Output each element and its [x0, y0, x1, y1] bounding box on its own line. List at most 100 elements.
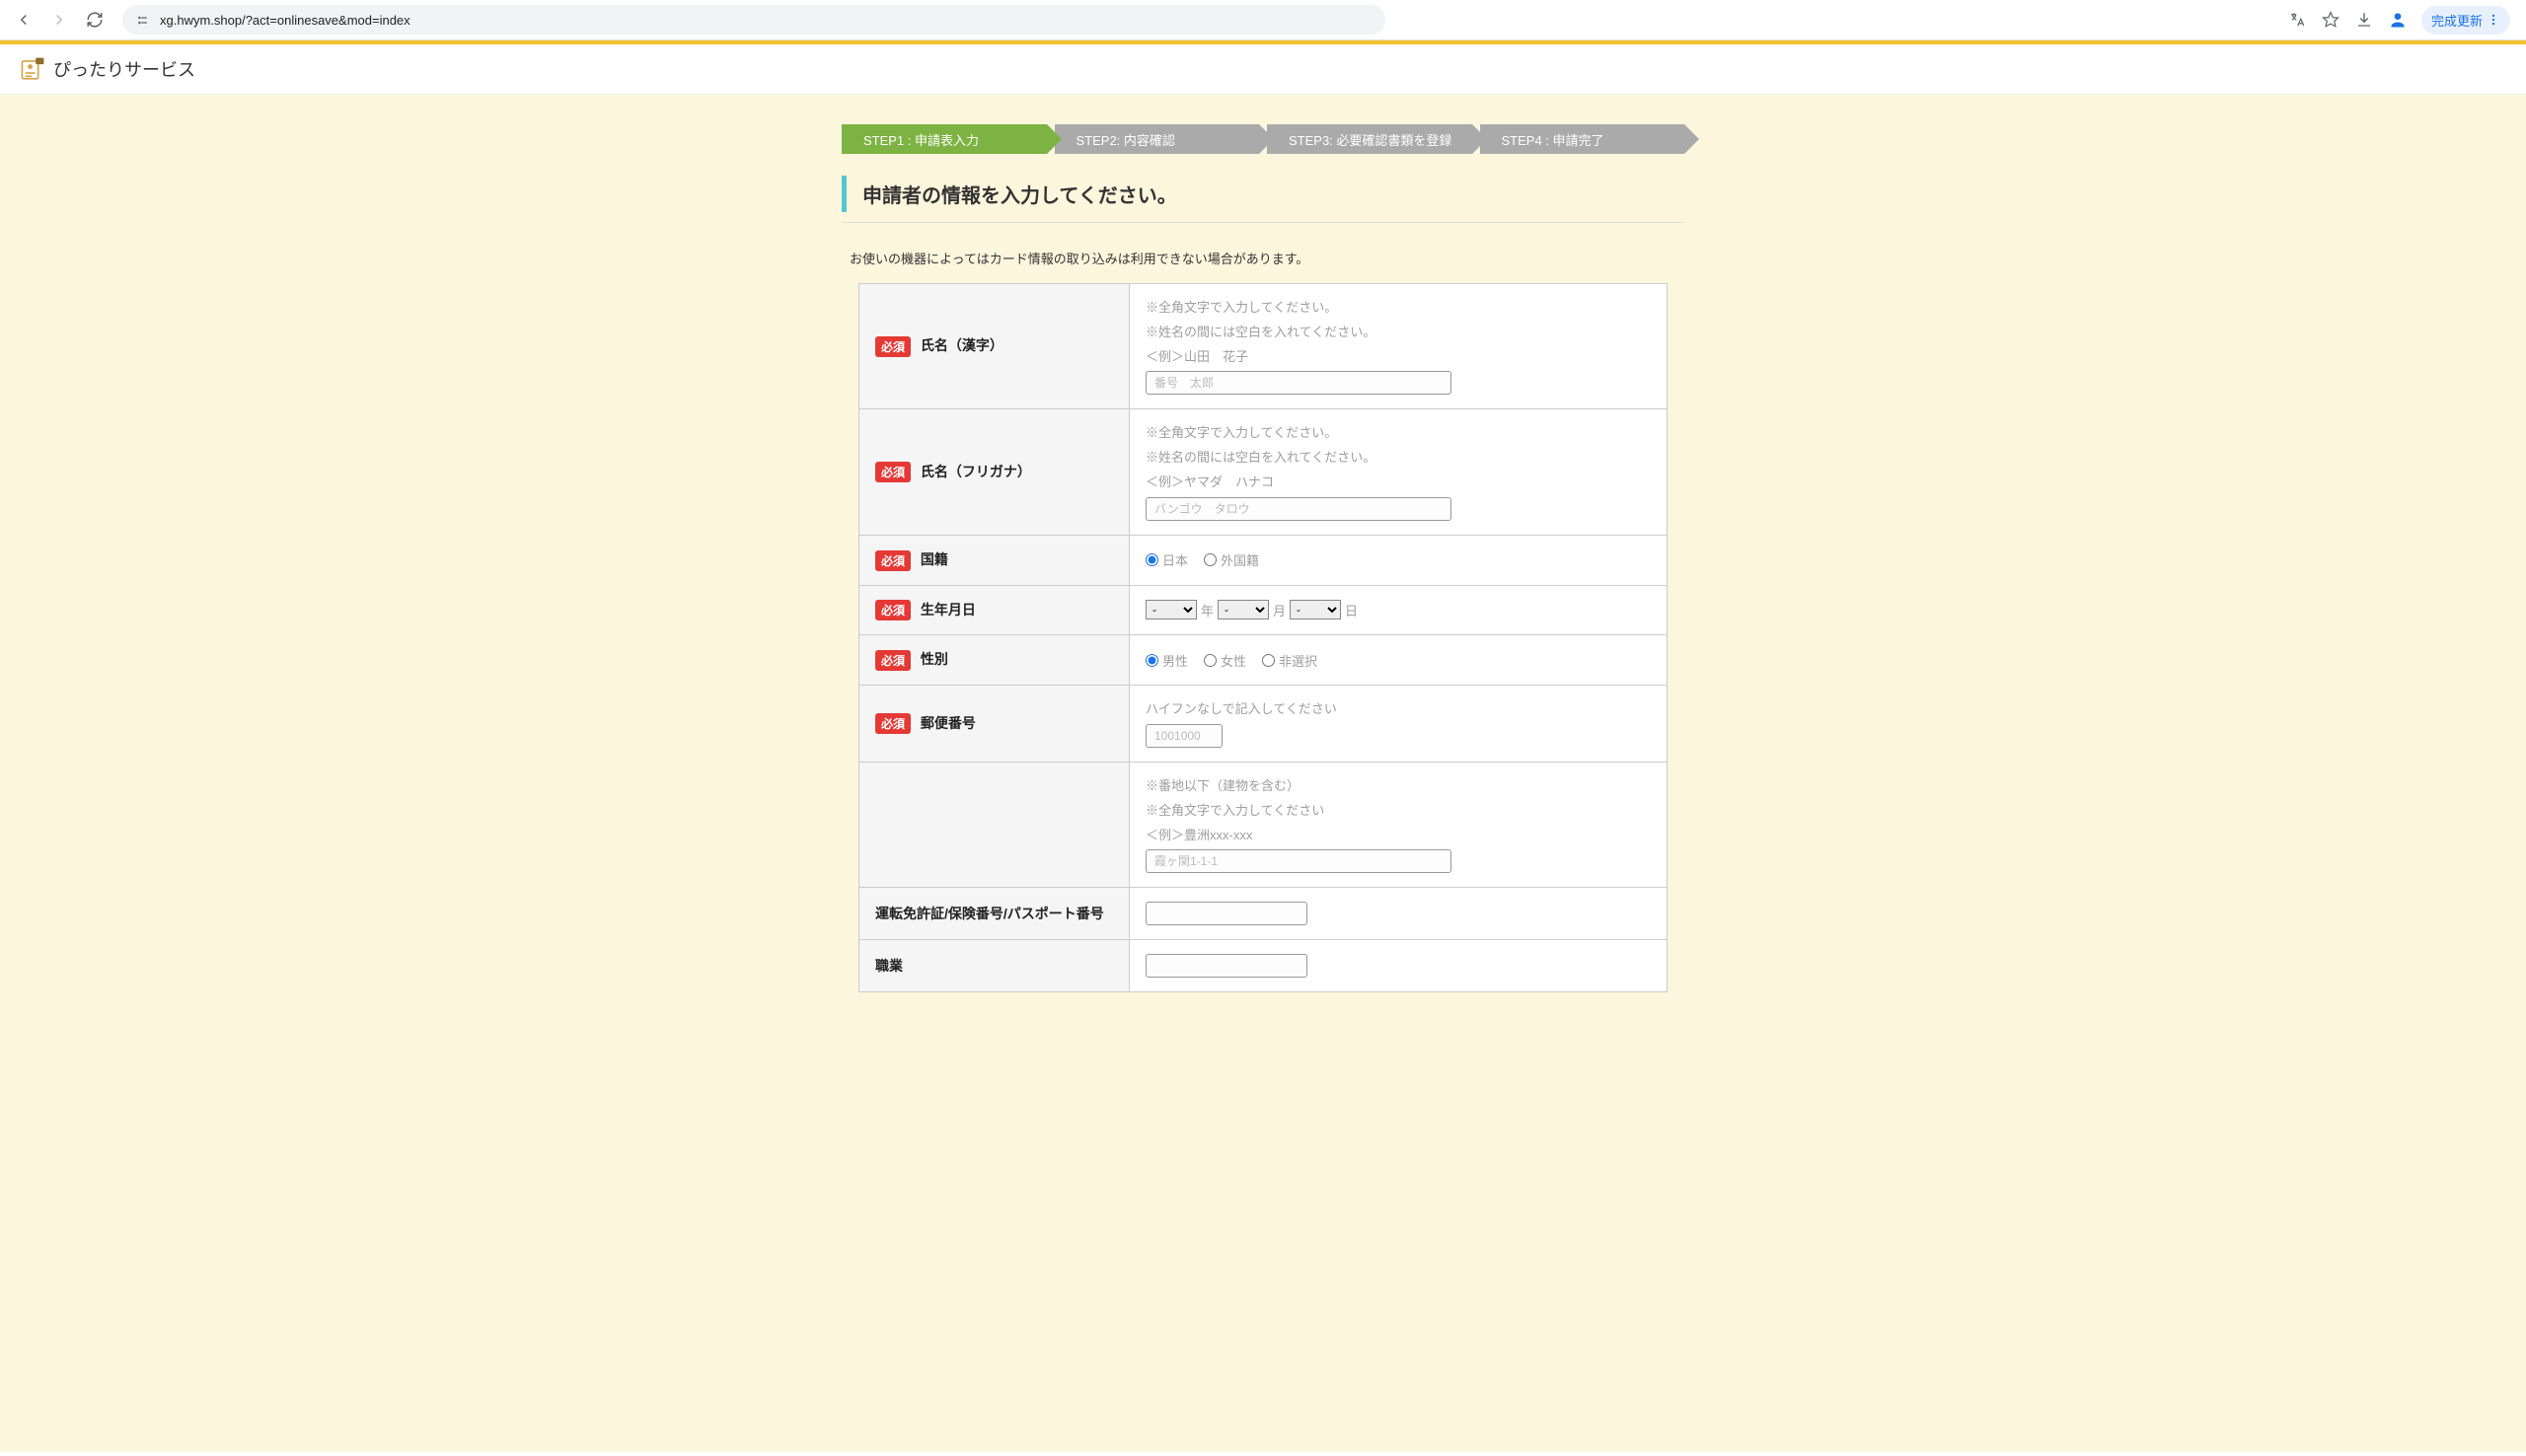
- applicant-form: 必須 氏名（漢字） ※全角文字で入力してください。 ※姓名の間には空白を入れてく…: [858, 283, 1668, 992]
- site-settings-icon[interactable]: [134, 12, 150, 28]
- hint-name-kanji-3: ＜例＞山田 花子: [1146, 347, 1651, 368]
- translate-icon[interactable]: [2287, 10, 2307, 30]
- install-update-button[interactable]: 完成更新: [2421, 6, 2510, 35]
- label-gender: 必須 性別: [859, 635, 1130, 686]
- cell-gender: 男性 女性 非選択: [1130, 635, 1668, 686]
- step-3-label: STEP3: 必要確認書類を登録: [1289, 130, 1451, 149]
- row-name-kana: 必須 氏名（フリガナ） ※全角文字で入力してください。 ※姓名の間には空白を入れ…: [859, 409, 1668, 535]
- input-license[interactable]: [1146, 902, 1307, 925]
- label-name-kanji-text: 氏名（漢字）: [921, 337, 1003, 353]
- input-occupation[interactable]: [1146, 954, 1307, 978]
- label-gender-text: 性別: [921, 651, 948, 667]
- step-4: STEP4 : 申請完了: [1480, 124, 1685, 154]
- radio-gender-male[interactable]: 男性: [1146, 651, 1188, 670]
- label-nationality: 必須 国籍: [859, 535, 1130, 585]
- label-occupation-text: 職業: [875, 958, 903, 974]
- step-4-label: STEP4 : 申請完了: [1502, 130, 1604, 149]
- reload-button[interactable]: [81, 6, 109, 34]
- radio-gender-female-label: 女性: [1221, 651, 1246, 670]
- required-badge: 必須: [875, 550, 911, 571]
- address-bar[interactable]: xg.hwym.shop/?act=onlinesave&mod=index: [122, 5, 1385, 35]
- required-badge: 必須: [875, 650, 911, 671]
- cell-name-kana: ※全角文字で入力してください。 ※姓名の間には空白を入れてください。 ＜例＞ヤマ…: [1130, 409, 1668, 535]
- label-postal: 必須 郵便番号: [859, 686, 1130, 763]
- heading-divider: [842, 222, 1684, 223]
- row-nationality: 必須 国籍 日本 外国籍: [859, 535, 1668, 585]
- radio-gender-female[interactable]: 女性: [1204, 651, 1246, 670]
- row-name-kanji: 必須 氏名（漢字） ※全角文字で入力してください。 ※姓名の間には空白を入れてく…: [859, 284, 1668, 409]
- cell-birthdate: - 年 - 月 - 日: [1130, 585, 1668, 635]
- radio-gender-female-input[interactable]: [1204, 654, 1217, 667]
- radio-gender-none-input[interactable]: [1262, 654, 1275, 667]
- bookmark-star-icon[interactable]: [2321, 10, 2340, 30]
- required-badge: 必須: [875, 336, 911, 357]
- label-license: 運転免許証/保険番号/パスポート番号: [859, 888, 1130, 940]
- input-postal[interactable]: [1146, 724, 1223, 748]
- hint-name-kanji-2: ※姓名の間には空白を入れてください。: [1146, 323, 1651, 343]
- radio-nationality-japan[interactable]: 日本: [1146, 550, 1188, 569]
- site-header: ぴったりサービス: [0, 44, 2526, 95]
- site-title: ぴったりサービス: [53, 56, 195, 82]
- back-button[interactable]: [10, 6, 37, 34]
- label-occupation: 職業: [859, 940, 1130, 992]
- input-name-kanji[interactable]: [1146, 371, 1451, 395]
- notice-text: お使いの機器によってはカード情報の取り込みは利用できない場合があります。: [850, 249, 1684, 267]
- chrome-right: 完成更新: [2287, 6, 2510, 35]
- radio-nationality-foreign[interactable]: 外国籍: [1204, 550, 1259, 569]
- radio-nationality-foreign-label: 外国籍: [1221, 550, 1259, 569]
- address-wrap: xg.hwym.shop/?act=onlinesave&mod=index: [122, 5, 2279, 35]
- label-address: [859, 762, 1130, 887]
- download-icon[interactable]: [2354, 10, 2374, 30]
- select-birth-year[interactable]: -: [1146, 600, 1197, 619]
- input-address[interactable]: [1146, 849, 1451, 873]
- input-name-kana[interactable]: [1146, 497, 1451, 521]
- day-suffix: 日: [1345, 601, 1358, 619]
- radio-gender-male-input[interactable]: [1146, 654, 1158, 667]
- radio-gender-male-label: 男性: [1162, 651, 1188, 670]
- step-1: STEP1 : 申請表入力: [842, 124, 1047, 154]
- label-name-kanji: 必須 氏名（漢字）: [859, 284, 1130, 409]
- step-1-label: STEP1 : 申請表入力: [863, 130, 979, 149]
- cell-occupation: [1130, 940, 1668, 992]
- hint-postal: ハイフンなしで記入してください: [1146, 699, 1651, 720]
- required-badge: 必須: [875, 600, 911, 620]
- page-heading: 申請者の情報を入力してください。: [842, 176, 1684, 212]
- label-nationality-text: 国籍: [921, 551, 948, 567]
- label-name-kana: 必須 氏名（フリガナ）: [859, 409, 1130, 535]
- progress-steps: STEP1 : 申請表入力 STEP2: 内容確認 STEP3: 必要確認書類を…: [842, 124, 1684, 154]
- label-birthdate-text: 生年月日: [921, 602, 976, 618]
- label-birthdate: 必須 生年月日: [859, 585, 1130, 635]
- row-gender: 必須 性別 男性 女性 非選択: [859, 635, 1668, 686]
- label-postal-text: 郵便番号: [921, 715, 976, 731]
- cell-license: [1130, 888, 1668, 940]
- row-birthdate: 必須 生年月日 - 年 - 月 - 日: [859, 585, 1668, 635]
- step-3: STEP3: 必要確認書類を登録: [1267, 124, 1472, 154]
- cell-address: ※番地以下（建物を含む） ※全角文字で入力してください ＜例＞豊洲xxx-xxx: [1130, 762, 1668, 887]
- select-birth-day[interactable]: -: [1290, 600, 1341, 619]
- step-2-label: STEP2: 内容確認: [1077, 130, 1175, 149]
- hint-address-1: ※番地以下（建物を含む）: [1146, 776, 1651, 797]
- hint-name-kana-1: ※全角文字で入力してください。: [1146, 423, 1651, 444]
- hint-name-kana-3: ＜例＞ヤマダ ハナコ: [1146, 473, 1651, 493]
- radio-nationality-japan-label: 日本: [1162, 550, 1188, 569]
- page-body: STEP1 : 申請表入力 STEP2: 内容確認 STEP3: 必要確認書類を…: [0, 95, 2526, 1452]
- forward-button[interactable]: [45, 6, 73, 34]
- row-postal: 必須 郵便番号 ハイフンなしで記入してください: [859, 686, 1668, 763]
- hint-address-2: ※全角文字で入力してください: [1146, 801, 1651, 822]
- required-badge: 必須: [875, 462, 911, 482]
- select-birth-month[interactable]: -: [1218, 600, 1269, 619]
- cell-name-kanji: ※全角文字で入力してください。 ※姓名の間には空白を入れてください。 ＜例＞山田…: [1130, 284, 1668, 409]
- radio-nationality-japan-input[interactable]: [1146, 553, 1158, 566]
- label-license-text: 運転免許証/保険番号/パスポート番号: [875, 906, 1104, 921]
- radio-gender-none[interactable]: 非選択: [1262, 651, 1317, 670]
- month-suffix: 月: [1273, 601, 1286, 619]
- row-license: 運転免許証/保険番号/パスポート番号: [859, 888, 1668, 940]
- year-suffix: 年: [1201, 601, 1214, 619]
- install-update-label: 完成更新: [2431, 11, 2483, 30]
- cell-nationality: 日本 外国籍: [1130, 535, 1668, 585]
- radio-gender-none-label: 非選択: [1279, 651, 1317, 670]
- profile-icon[interactable]: [2388, 10, 2408, 30]
- required-badge: 必須: [875, 713, 911, 734]
- hint-name-kana-2: ※姓名の間には空白を入れてください。: [1146, 448, 1651, 469]
- radio-nationality-foreign-input[interactable]: [1204, 553, 1217, 566]
